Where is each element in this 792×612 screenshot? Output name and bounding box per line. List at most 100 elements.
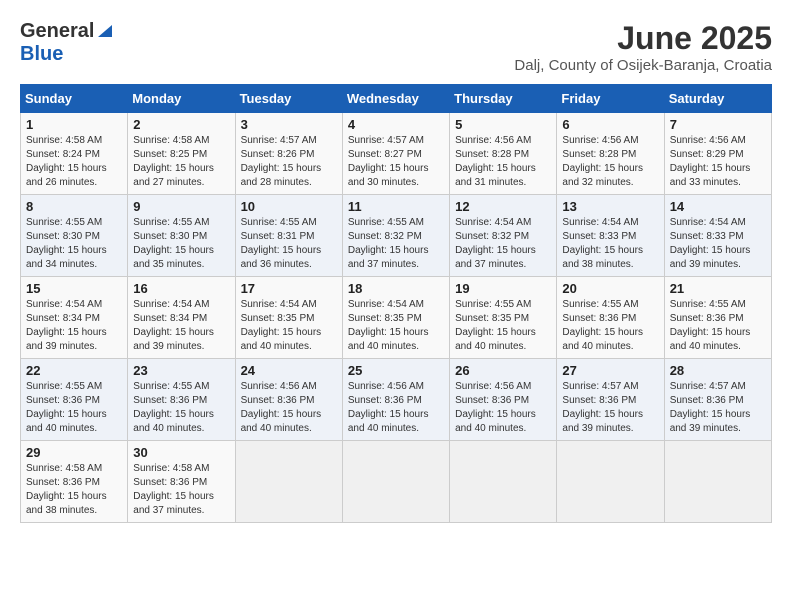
day-number: 5 bbox=[455, 117, 551, 132]
day-info: Sunrise: 4:55 AM Sunset: 8:32 PM Dayligh… bbox=[348, 216, 444, 272]
calendar-cell: 11 Sunrise: 4:55 AM Sunset: 8:32 PM Dayli… bbox=[342, 195, 449, 277]
day-info: Sunrise: 4:57 AM Sunset: 8:36 PM Dayligh… bbox=[562, 380, 658, 436]
calendar-header-friday: Friday bbox=[557, 85, 664, 113]
day-info: Sunrise: 4:55 AM Sunset: 8:36 PM Dayligh… bbox=[26, 380, 122, 436]
calendar-cell: 8 Sunrise: 4:55 AM Sunset: 8:30 PM Daylig… bbox=[21, 195, 128, 277]
day-info: Sunrise: 4:55 AM Sunset: 8:30 PM Dayligh… bbox=[26, 216, 122, 272]
calendar-cell: 16 Sunrise: 4:54 AM Sunset: 8:34 PM Dayli… bbox=[128, 277, 235, 359]
day-number: 22 bbox=[26, 363, 122, 378]
day-info: Sunrise: 4:54 AM Sunset: 8:34 PM Dayligh… bbox=[26, 298, 122, 354]
day-info: Sunrise: 4:56 AM Sunset: 8:36 PM Dayligh… bbox=[455, 380, 551, 436]
calendar-header-monday: Monday bbox=[128, 85, 235, 113]
day-info: Sunrise: 4:58 AM Sunset: 8:25 PM Dayligh… bbox=[133, 134, 229, 190]
logo-blue-text: Blue bbox=[20, 43, 63, 65]
day-number: 2 bbox=[133, 117, 229, 132]
calendar-cell: 22 Sunrise: 4:55 AM Sunset: 8:36 PM Dayli… bbox=[21, 359, 128, 441]
day-number: 15 bbox=[26, 281, 122, 296]
calendar-cell: 21 Sunrise: 4:55 AM Sunset: 8:36 PM Dayli… bbox=[664, 277, 771, 359]
day-number: 29 bbox=[26, 445, 122, 460]
calendar-cell: 15 Sunrise: 4:54 AM Sunset: 8:34 PM Dayli… bbox=[21, 277, 128, 359]
calendar-header-saturday: Saturday bbox=[664, 85, 771, 113]
day-number: 11 bbox=[348, 199, 444, 214]
calendar-cell: 29 Sunrise: 4:58 AM Sunset: 8:36 PM Dayli… bbox=[21, 441, 128, 523]
day-number: 27 bbox=[562, 363, 658, 378]
title-area: June 2025 Dalj, County of Osijek-Baranja… bbox=[514, 20, 772, 74]
day-number: 12 bbox=[455, 199, 551, 214]
day-info: Sunrise: 4:57 AM Sunset: 8:26 PM Dayligh… bbox=[241, 134, 337, 190]
calendar-header-thursday: Thursday bbox=[450, 85, 557, 113]
logo-general-text: General bbox=[20, 20, 94, 43]
calendar-cell: 19 Sunrise: 4:55 AM Sunset: 8:35 PM Dayli… bbox=[450, 277, 557, 359]
calendar-cell: 12 Sunrise: 4:54 AM Sunset: 8:32 PM Dayli… bbox=[450, 195, 557, 277]
day-info: Sunrise: 4:54 AM Sunset: 8:33 PM Dayligh… bbox=[670, 216, 766, 272]
day-info: Sunrise: 4:55 AM Sunset: 8:36 PM Dayligh… bbox=[670, 298, 766, 354]
day-info: Sunrise: 4:54 AM Sunset: 8:33 PM Dayligh… bbox=[562, 216, 658, 272]
calendar-cell: 14 Sunrise: 4:54 AM Sunset: 8:33 PM Dayli… bbox=[664, 195, 771, 277]
day-number: 13 bbox=[562, 199, 658, 214]
calendar-header-tuesday: Tuesday bbox=[235, 85, 342, 113]
page-header: General Blue June 2025 Dalj, County of O… bbox=[20, 20, 772, 74]
calendar-cell: 9 Sunrise: 4:55 AM Sunset: 8:30 PM Daylig… bbox=[128, 195, 235, 277]
calendar-cell: 20 Sunrise: 4:55 AM Sunset: 8:36 PM Dayli… bbox=[557, 277, 664, 359]
day-number: 1 bbox=[26, 117, 122, 132]
calendar-header-wednesday: Wednesday bbox=[342, 85, 449, 113]
day-number: 19 bbox=[455, 281, 551, 296]
day-info: Sunrise: 4:54 AM Sunset: 8:35 PM Dayligh… bbox=[241, 298, 337, 354]
calendar-header-row: SundayMondayTuesdayWednesdayThursdayFrid… bbox=[21, 85, 772, 113]
day-number: 23 bbox=[133, 363, 229, 378]
calendar-cell: 17 Sunrise: 4:54 AM Sunset: 8:35 PM Dayli… bbox=[235, 277, 342, 359]
day-number: 17 bbox=[241, 281, 337, 296]
day-info: Sunrise: 4:55 AM Sunset: 8:31 PM Dayligh… bbox=[241, 216, 337, 272]
calendar-cell: 3 Sunrise: 4:57 AM Sunset: 8:26 PM Daylig… bbox=[235, 113, 342, 195]
calendar-cell bbox=[235, 441, 342, 523]
calendar-cell: 10 Sunrise: 4:55 AM Sunset: 8:31 PM Dayli… bbox=[235, 195, 342, 277]
day-info: Sunrise: 4:55 AM Sunset: 8:35 PM Dayligh… bbox=[455, 298, 551, 354]
day-number: 28 bbox=[670, 363, 766, 378]
calendar-cell: 28 Sunrise: 4:57 AM Sunset: 8:36 PM Dayli… bbox=[664, 359, 771, 441]
day-number: 10 bbox=[241, 199, 337, 214]
day-number: 14 bbox=[670, 199, 766, 214]
calendar-week-row: 8 Sunrise: 4:55 AM Sunset: 8:30 PM Daylig… bbox=[21, 195, 772, 277]
day-info: Sunrise: 4:57 AM Sunset: 8:36 PM Dayligh… bbox=[670, 380, 766, 436]
calendar-cell bbox=[342, 441, 449, 523]
calendar-cell: 5 Sunrise: 4:56 AM Sunset: 8:28 PM Daylig… bbox=[450, 113, 557, 195]
calendar-cell bbox=[557, 441, 664, 523]
calendar-header-sunday: Sunday bbox=[21, 85, 128, 113]
day-info: Sunrise: 4:58 AM Sunset: 8:36 PM Dayligh… bbox=[26, 462, 122, 518]
calendar-cell: 2 Sunrise: 4:58 AM Sunset: 8:25 PM Daylig… bbox=[128, 113, 235, 195]
day-number: 8 bbox=[26, 199, 122, 214]
day-number: 21 bbox=[670, 281, 766, 296]
calendar-week-row: 15 Sunrise: 4:54 AM Sunset: 8:34 PM Dayli… bbox=[21, 277, 772, 359]
day-info: Sunrise: 4:54 AM Sunset: 8:35 PM Dayligh… bbox=[348, 298, 444, 354]
calendar-week-row: 29 Sunrise: 4:58 AM Sunset: 8:36 PM Dayli… bbox=[21, 441, 772, 523]
day-info: Sunrise: 4:56 AM Sunset: 8:28 PM Dayligh… bbox=[562, 134, 658, 190]
calendar-cell bbox=[664, 441, 771, 523]
day-info: Sunrise: 4:54 AM Sunset: 8:34 PM Dayligh… bbox=[133, 298, 229, 354]
logo: General Blue bbox=[20, 20, 114, 66]
day-info: Sunrise: 4:54 AM Sunset: 8:32 PM Dayligh… bbox=[455, 216, 551, 272]
month-year-title: June 2025 bbox=[514, 20, 772, 57]
day-number: 9 bbox=[133, 199, 229, 214]
calendar-cell bbox=[450, 441, 557, 523]
day-info: Sunrise: 4:56 AM Sunset: 8:28 PM Dayligh… bbox=[455, 134, 551, 190]
logo-icon bbox=[96, 21, 114, 39]
day-number: 3 bbox=[241, 117, 337, 132]
day-number: 30 bbox=[133, 445, 229, 460]
calendar-week-row: 1Sunrise: 4:58 AM Sunset: 8:24 PM Daylig… bbox=[21, 113, 772, 195]
day-number: 16 bbox=[133, 281, 229, 296]
day-number: 6 bbox=[562, 117, 658, 132]
calendar-cell: 26Sunrise: 4:56 AM Sunset: 8:36 PM Dayli… bbox=[450, 359, 557, 441]
day-number: 4 bbox=[348, 117, 444, 132]
day-info: Sunrise: 4:55 AM Sunset: 8:36 PM Dayligh… bbox=[562, 298, 658, 354]
calendar-week-row: 22 Sunrise: 4:55 AM Sunset: 8:36 PM Dayli… bbox=[21, 359, 772, 441]
calendar-cell: 7Sunrise: 4:56 AM Sunset: 8:29 PM Daylig… bbox=[664, 113, 771, 195]
day-info: Sunrise: 4:56 AM Sunset: 8:36 PM Dayligh… bbox=[348, 380, 444, 436]
day-number: 24 bbox=[241, 363, 337, 378]
day-number: 25 bbox=[348, 363, 444, 378]
day-info: Sunrise: 4:56 AM Sunset: 8:36 PM Dayligh… bbox=[241, 380, 337, 436]
day-number: 20 bbox=[562, 281, 658, 296]
day-number: 18 bbox=[348, 281, 444, 296]
day-info: Sunrise: 4:56 AM Sunset: 8:29 PM Dayligh… bbox=[670, 134, 766, 190]
day-info: Sunrise: 4:55 AM Sunset: 8:30 PM Dayligh… bbox=[133, 216, 229, 272]
calendar-cell: 13 Sunrise: 4:54 AM Sunset: 8:33 PM Dayli… bbox=[557, 195, 664, 277]
